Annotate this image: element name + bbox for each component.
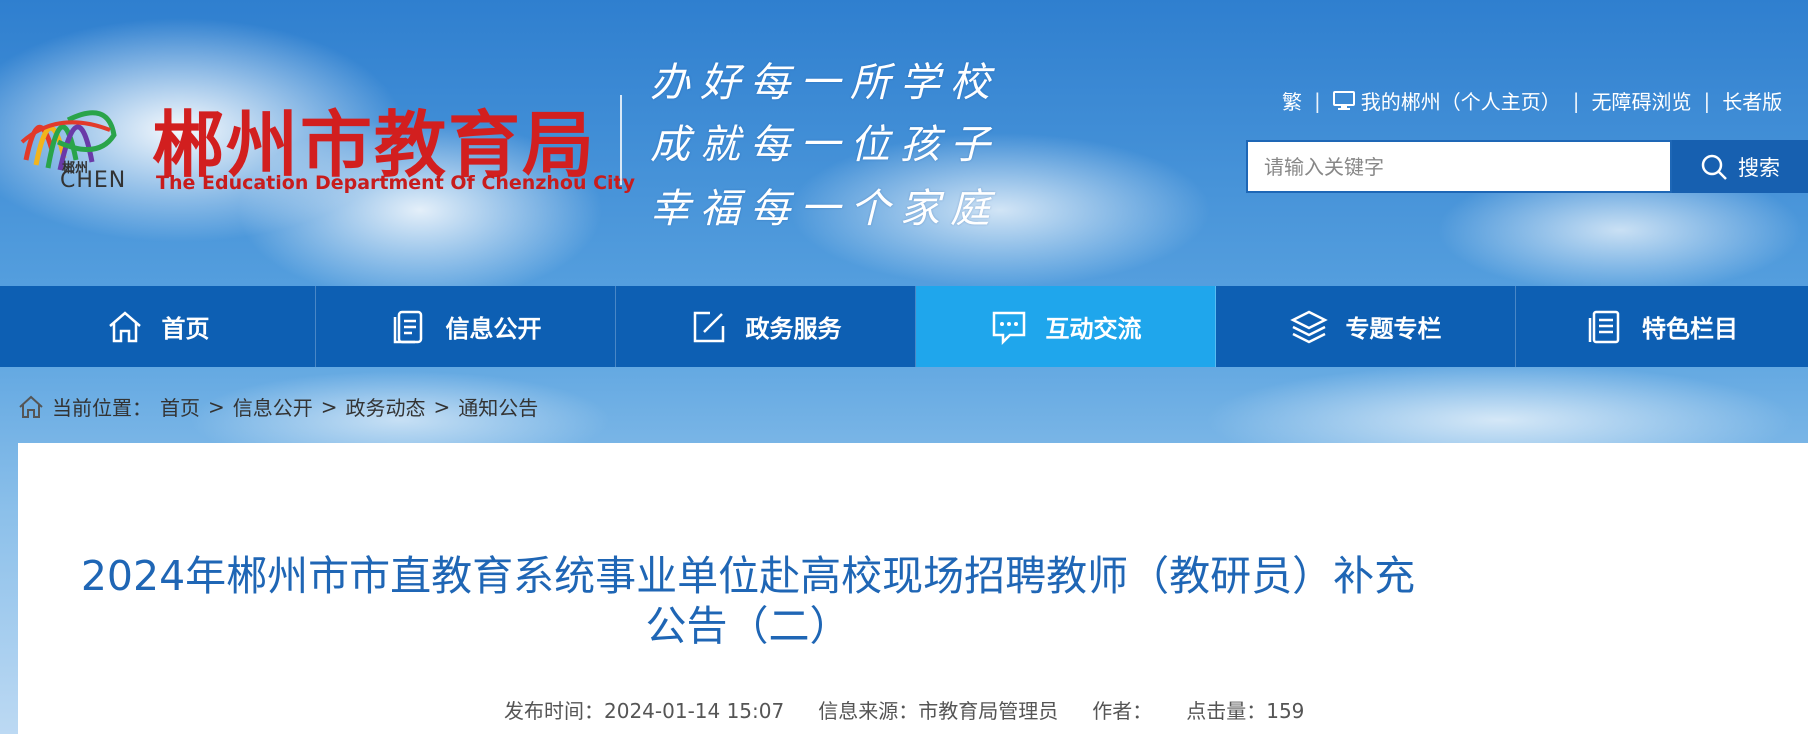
link-separator: | — [1703, 88, 1711, 113]
logo-chen-text: CHEN — [60, 168, 127, 193]
nav-item-gov-service[interactable]: 政务服务 — [616, 286, 916, 367]
my-chenzhou-link[interactable]: 我的郴州（个人主页） — [1332, 86, 1561, 115]
breadcrumb-link-notices[interactable]: 通知公告 — [458, 392, 538, 421]
nav-item-info-disclosure[interactable]: 信息公开 — [316, 286, 616, 367]
view-count: 点击量：159 — [1186, 699, 1305, 723]
article-panel: 2024年郴州市市直教育系统事业单位赴高校现场招聘教师（教研员）补充 公告（二）… — [18, 443, 1808, 734]
nav-label: 互动交流 — [1045, 315, 1142, 343]
article-meta: 发布时间：2024-01-14 15:07 信息来源：市教育局管理员 作者： 点… — [504, 695, 1304, 724]
info-source: 信息来源：市教育局管理员 — [818, 699, 1059, 723]
breadcrumb-separator: > — [208, 394, 225, 419]
search-bar: 搜索 — [1246, 140, 1808, 193]
search-icon — [1701, 154, 1727, 180]
slogan-line-1: 办好每一所学校 — [650, 60, 1000, 106]
nav-item-home[interactable]: 首页 — [0, 286, 316, 367]
breadcrumb-prefix: 当前位置： — [52, 396, 152, 420]
nav-item-interaction[interactable]: 互动交流 — [916, 286, 1216, 367]
nav-label: 特色栏目 — [1642, 315, 1738, 343]
nav-label: 政务服务 — [745, 315, 842, 343]
search-input[interactable] — [1246, 140, 1672, 193]
top-links: 繁 | 我的郴州（个人主页） | 无障碍浏览 | 长者版 — [1282, 86, 1782, 115]
article-title-line-1: 2024年郴州市市直教育系统事业单位赴高校现场招聘教师（教研员）补充 — [80, 552, 1416, 600]
nav-label: 信息公开 — [445, 315, 542, 343]
monitor-icon — [1332, 90, 1355, 110]
slogan-line-2: 成就每一位孩子 — [650, 122, 1000, 168]
article-title: 2024年郴州市市直教育系统事业单位赴高校现场招聘教师（教研员）补充 公告（二） — [18, 551, 1478, 651]
article-title-line-2: 公告（二） — [645, 602, 851, 650]
elder-mode-link[interactable]: 长者版 — [1722, 86, 1782, 115]
document-icon — [393, 310, 422, 343]
home-icon — [19, 395, 43, 418]
list-icon — [1588, 310, 1620, 343]
search-button-label: 搜索 — [1738, 155, 1780, 180]
slogan-line-3: 幸福每一个家庭 — [650, 186, 1000, 232]
chat-icon — [992, 311, 1025, 345]
nav-item-special-topics[interactable]: 专题专栏 — [1216, 286, 1516, 367]
link-separator: | — [1572, 88, 1580, 113]
breadcrumb-separator: > — [433, 394, 451, 419]
accessibility-link[interactable]: 无障碍浏览 — [1592, 86, 1692, 115]
site-title-en: The Education Department Of Chenzhou Cit… — [156, 172, 636, 194]
author: 作者： — [1092, 699, 1153, 723]
header-divider — [620, 95, 622, 185]
nav-item-featured[interactable]: 特色栏目 — [1516, 286, 1808, 367]
home-icon — [108, 310, 141, 342]
traditional-chinese-link[interactable]: 繁 — [1282, 86, 1302, 115]
main-nav: 首页 信息公开 政务服务 互动交流 专题专栏 特色栏目 — [0, 286, 1808, 367]
breadcrumb-link-home[interactable]: 首页 — [160, 392, 200, 421]
link-separator: | — [1314, 88, 1321, 113]
nav-label: 首页 — [161, 315, 210, 343]
publish-time: 发布时间：2024-01-14 15:07 — [504, 699, 785, 723]
breadcrumb-separator: > — [320, 394, 338, 419]
breadcrumb: 当前位置： 首页 > 信息公开 > 政务动态 > 通知公告 — [18, 392, 538, 421]
search-button[interactable]: 搜索 — [1672, 140, 1808, 193]
breadcrumb-link-info-disclosure[interactable]: 信息公开 — [233, 392, 313, 421]
breadcrumb-link-gov-news[interactable]: 政务动态 — [346, 392, 426, 421]
edit-icon — [693, 311, 724, 342]
layers-icon — [1289, 310, 1328, 343]
nav-label: 专题专栏 — [1345, 315, 1442, 343]
my-chenzhou-label: 我的郴州（个人主页） — [1360, 90, 1561, 114]
